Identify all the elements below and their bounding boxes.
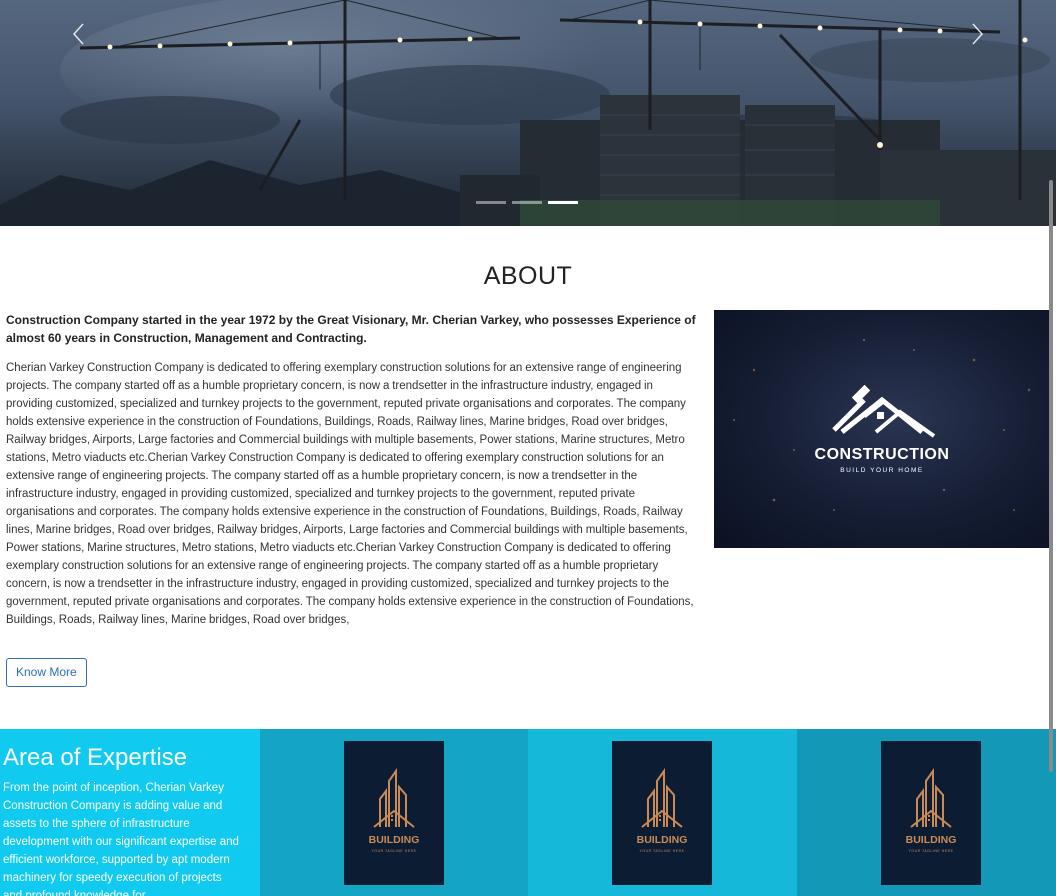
chevron-right-icon — [972, 23, 984, 45]
building-logo-icon — [910, 767, 952, 828]
expertise-title: Area of Expertise — [3, 744, 188, 771]
expertise-section: Area of Expertise From the point of ince… — [0, 729, 1056, 896]
building-logo-image: BUILDING YOUR TAGLINE HERE — [881, 741, 981, 885]
expertise-card-2[interactable]: BUILDING YOUR TAGLINE HERE — [528, 729, 797, 896]
expertise-text: From the point of inception, Cherian Var… — [3, 782, 239, 896]
carousel-next-button[interactable] — [962, 14, 992, 54]
building-logo-image: BUILDING YOUR TAGLINE HERE — [344, 741, 444, 885]
expertise-card-3[interactable]: BUILDING YOUR TAGLINE HERE — [797, 729, 1056, 896]
chevron-left-icon — [72, 23, 84, 45]
building-logo-icon — [373, 767, 415, 828]
building-logo-icon — [641, 767, 683, 828]
construction-logo-word: CONSTRUCTION — [814, 446, 950, 463]
about-lead-text: Construction Company started in the year… — [6, 313, 696, 345]
building-logo-tagline: YOUR TAGLINE HERE — [639, 849, 685, 853]
construction-logo-tagline: BUILD YOUR HOME — [840, 467, 924, 474]
building-logo-tagline: YOUR TAGLINE HERE — [371, 849, 417, 853]
page-scrollbar[interactable] — [1049, 180, 1053, 772]
carousel-indicator-3[interactable] — [548, 201, 578, 204]
expertise-card-1[interactable]: BUILDING YOUR TAGLINE HERE — [260, 729, 528, 896]
expertise-intro: Area of Expertise From the point of ince… — [0, 729, 260, 896]
house-hammer-icon — [832, 384, 936, 438]
hero-carousel — [0, 0, 1056, 226]
building-logo-image: BUILDING YOUR TAGLINE HERE — [612, 741, 712, 885]
about-title: ABOUT — [483, 262, 573, 290]
about-body-text: Cherian Varkey Construction Company is d… — [6, 362, 694, 626]
know-more-button[interactable]: Know More — [6, 658, 87, 687]
carousel-indicator-2[interactable] — [512, 201, 542, 204]
building-logo-tagline: YOUR TAGLINE HERE — [908, 849, 954, 853]
building-logo-word: BUILDING — [905, 834, 957, 846]
construction-logo-image: CONSTRUCTION BUILD YOUR HOME — [714, 310, 1050, 548]
building-logo-word: BUILDING — [368, 834, 420, 846]
carousel-indicator-1[interactable] — [476, 201, 506, 204]
building-logo-word: BUILDING — [636, 834, 688, 846]
carousel-indicators — [476, 201, 578, 204]
construction-site-image — [0, 0, 1056, 226]
carousel-prev-button[interactable] — [64, 14, 94, 54]
